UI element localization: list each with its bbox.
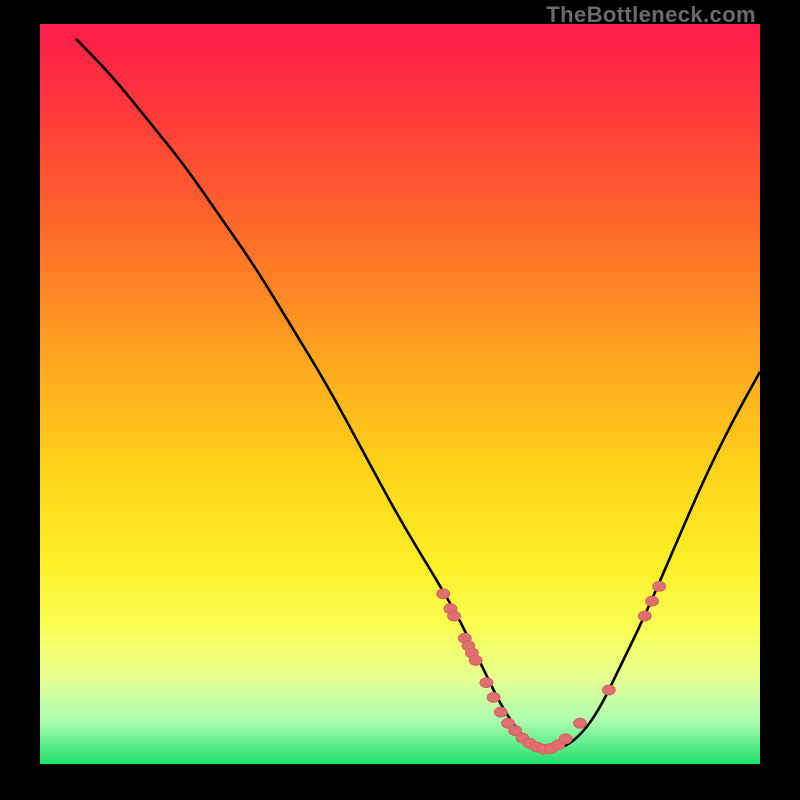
curve-marker xyxy=(480,678,493,688)
curve-marker xyxy=(653,581,666,591)
curve-marker xyxy=(448,611,461,621)
curve-marker xyxy=(574,718,587,728)
curve-marker xyxy=(469,655,482,665)
watermark-text: TheBottleneck.com xyxy=(546,2,756,28)
curve-marker xyxy=(437,589,450,599)
chart-svg xyxy=(40,24,760,764)
curve-markers xyxy=(437,581,666,754)
curve-marker xyxy=(638,611,651,621)
curve-marker xyxy=(494,707,507,717)
curve-marker xyxy=(646,596,659,606)
chart-frame xyxy=(40,24,760,764)
curve-marker xyxy=(559,734,572,744)
curve-marker xyxy=(602,685,615,695)
curve-marker xyxy=(487,692,500,702)
bottleneck-curve xyxy=(76,39,760,749)
